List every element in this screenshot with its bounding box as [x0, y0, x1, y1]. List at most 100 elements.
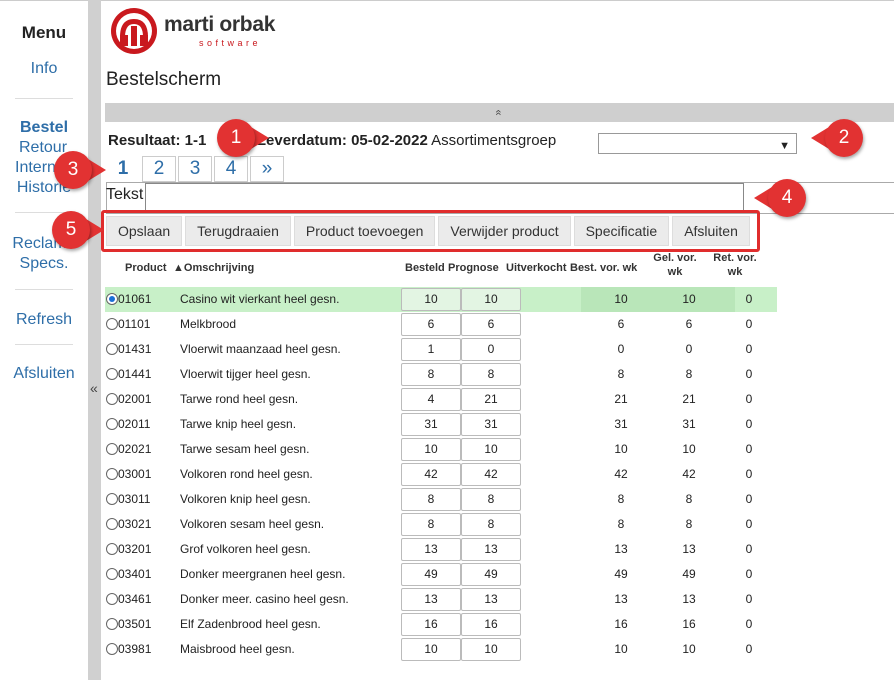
collapse-header-bar[interactable]: » [105, 103, 894, 122]
col-delivered-prev-week[interactable]: Gel. vor. wk [649, 251, 701, 279]
forecast-input[interactable]: 49 [461, 563, 521, 586]
sidebar-item-retour[interactable]: Retour [0, 138, 88, 158]
row-select-radio[interactable] [106, 618, 118, 630]
sidebar-item-historie[interactable]: Historie [0, 178, 88, 198]
table-row[interactable]: 03461 Donker meer. casino heel gesn. 13 … [105, 587, 777, 612]
ordered-input[interactable]: 10 [401, 288, 461, 311]
ordered-input[interactable]: 13 [401, 538, 461, 561]
table-row[interactable]: 02021 Tarwe sesam heel gesn. 10 10 10 10… [105, 437, 777, 462]
table-row[interactable]: 01061 Casino wit vierkant heel gesn. 10 … [105, 287, 777, 312]
sidebar-item-specs[interactable]: Specs. [0, 254, 88, 274]
col-product[interactable]: Product [125, 261, 167, 275]
table-row[interactable]: 02001 Tarwe rond heel gesn. 4 21 21 21 0 [105, 387, 777, 412]
table-row[interactable]: 03021 Volkoren sesam heel gesn. 8 8 8 8 … [105, 512, 777, 537]
row-select-radio[interactable] [106, 318, 118, 330]
add-product-button[interactable]: Product toevoegen [293, 216, 436, 246]
forecast-input[interactable]: 21 [461, 388, 521, 411]
save-button[interactable]: Opslaan [106, 216, 183, 246]
row-select-radio[interactable] [106, 468, 118, 480]
forecast-input[interactable]: 10 [461, 288, 521, 311]
page-3-link[interactable]: 3 [178, 156, 212, 182]
remove-product-button[interactable]: Verwijder product [438, 216, 571, 246]
page-1-link[interactable]: 1 [106, 156, 140, 182]
forecast-input[interactable]: 13 [461, 588, 521, 611]
sidebar-item-afsluiten[interactable]: Afsluiten [0, 364, 88, 384]
table-row[interactable]: 03501 Elf Zadenbrood heel gesn. 16 16 16… [105, 612, 777, 637]
ordered-input[interactable]: 8 [401, 488, 461, 511]
ordered-input[interactable]: 10 [401, 638, 461, 661]
row-select-radio[interactable] [106, 493, 118, 505]
table-row[interactable]: 01441 Vloerwit tijger heel gesn. 8 8 8 8… [105, 362, 777, 387]
forecast-input[interactable]: 16 [461, 613, 521, 636]
col-forecast[interactable]: Prognose [448, 261, 499, 275]
next-page-link[interactable]: » [250, 156, 284, 182]
col-returned-prev-week[interactable]: Ret. vor. wk [709, 251, 761, 279]
forecast-input[interactable]: 8 [461, 363, 521, 386]
sidebar-item-bestel[interactable]: Bestel [0, 118, 88, 138]
product-description: Tarwe sesam heel gesn. [180, 442, 310, 456]
ordered-input[interactable]: 42 [401, 463, 461, 486]
table-row[interactable]: 01431 Vloerwit maanzaad heel gesn. 1 0 0… [105, 337, 777, 362]
sidebar-collapse-handle[interactable]: « [88, 0, 101, 680]
row-select-radio[interactable] [106, 418, 118, 430]
page-2-link[interactable]: 2 [142, 156, 176, 182]
forecast-input[interactable]: 10 [461, 438, 521, 461]
row-select-radio[interactable] [106, 543, 118, 555]
table-row[interactable]: 02011 Tarwe knip heel gesn. 31 31 31 31 … [105, 412, 777, 437]
table-row[interactable]: 03201 Grof volkoren heel gesn. 13 13 13 … [105, 537, 777, 562]
revert-button[interactable]: Terugdraaien [185, 216, 291, 246]
table-row[interactable]: 03001 Volkoren rond heel gesn. 42 42 42 … [105, 462, 777, 487]
returned-prev-week: 0 [745, 592, 753, 606]
table-row[interactable]: 03401 Donker meergranen heel gesn. 49 49… [105, 562, 777, 587]
assortment-group-select[interactable]: ▼ [598, 133, 797, 154]
forecast-input[interactable]: 0 [461, 338, 521, 361]
collapse-left-icon[interactable]: « [90, 380, 98, 396]
specification-button[interactable]: Specificatie [573, 216, 670, 246]
row-select-radio[interactable] [106, 368, 118, 380]
double-chevron-up-icon[interactable]: » [490, 109, 509, 115]
row-select-radio[interactable] [106, 293, 118, 305]
sidebar-item-reclame[interactable]: Reclame [0, 234, 88, 254]
ordered-input[interactable]: 31 [401, 413, 461, 436]
forecast-input[interactable]: 8 [461, 488, 521, 511]
table-row[interactable]: 03981 Maisbrood heel gesn. 10 10 10 10 0 [105, 637, 777, 662]
ordered-prev-week: 49 [614, 567, 628, 581]
ordered-input[interactable]: 10 [401, 438, 461, 461]
marti-orbak-logo-icon [111, 8, 157, 54]
table-row[interactable]: 01101 Melkbrood 6 6 6 6 0 [105, 312, 777, 337]
row-select-radio[interactable] [106, 443, 118, 455]
sidebar-item-refresh[interactable]: Refresh [0, 310, 88, 330]
row-select-radio[interactable] [106, 593, 118, 605]
ordered-input[interactable]: 6 [401, 313, 461, 336]
pagination: 1 2 3 4 » [106, 156, 284, 182]
col-description[interactable]: ▲Omschrijving [173, 261, 254, 275]
col-sold-out[interactable]: Uitverkocht [506, 261, 567, 275]
ordered-input[interactable]: 8 [401, 363, 461, 386]
forecast-input[interactable]: 31 [461, 413, 521, 436]
row-select-radio[interactable] [106, 343, 118, 355]
row-select-radio[interactable] [106, 518, 118, 530]
ordered-input[interactable]: 13 [401, 588, 461, 611]
sidebar-item-info[interactable]: Info [0, 59, 88, 79]
ordered-input[interactable]: 1 [401, 338, 461, 361]
ordered-prev-week: 10 [614, 642, 628, 656]
row-select-radio[interactable] [106, 568, 118, 580]
page-4-link[interactable]: 4 [214, 156, 248, 182]
sidebar-item-intern[interactable]: Intern [0, 158, 88, 178]
forecast-input[interactable]: 10 [461, 638, 521, 661]
forecast-input[interactable]: 8 [461, 513, 521, 536]
ordered-input[interactable]: 16 [401, 613, 461, 636]
col-ordered[interactable]: Besteld [405, 261, 445, 275]
close-button[interactable]: Afsluiten [672, 216, 750, 246]
ordered-input[interactable]: 49 [401, 563, 461, 586]
col-ordered-prev-week[interactable]: Best. vor. wk [570, 261, 637, 275]
text-input[interactable] [145, 183, 744, 211]
row-select-radio[interactable] [106, 643, 118, 655]
forecast-input[interactable]: 6 [461, 313, 521, 336]
table-row[interactable]: 03011 Volkoren knip heel gesn. 8 8 8 8 0 [105, 487, 777, 512]
ordered-input[interactable]: 8 [401, 513, 461, 536]
ordered-input[interactable]: 4 [401, 388, 461, 411]
row-select-radio[interactable] [106, 393, 118, 405]
forecast-input[interactable]: 42 [461, 463, 521, 486]
forecast-input[interactable]: 13 [461, 538, 521, 561]
